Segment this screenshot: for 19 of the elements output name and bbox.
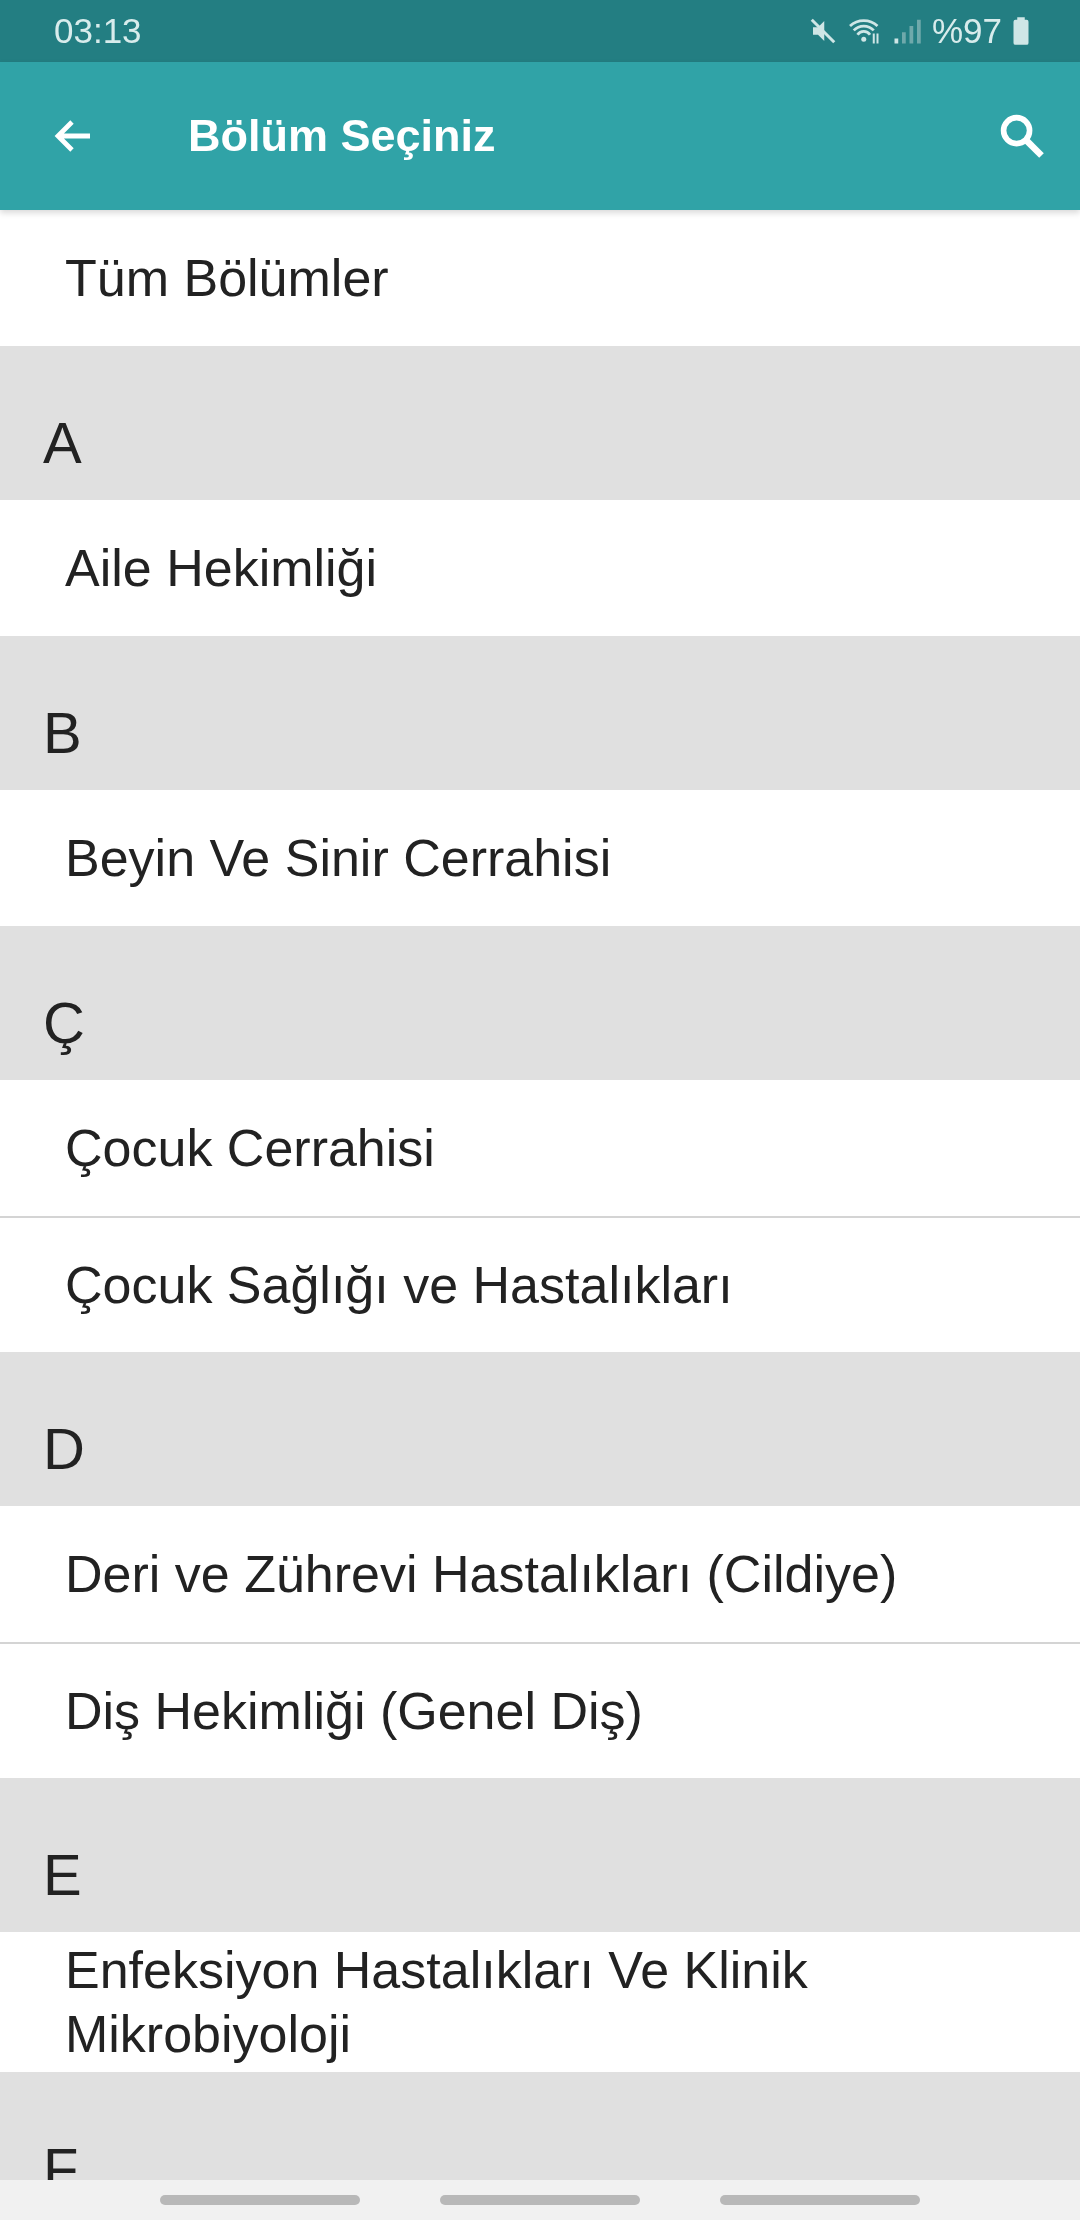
department-item[interactable]: Tüm Bölümler [0, 210, 1080, 346]
screen-title: Bölüm Seçiniz [188, 110, 497, 162]
department-item[interactable]: Enfeksiyon Hastalıkları Ve Klinik Mikrobiyoloji [0, 1932, 1080, 2072]
battery-level: %97 [931, 11, 1002, 51]
department-item[interactable]: Deri ve Zührevi Hastalıkları (Cildiye) [0, 1506, 1080, 1642]
section-header: Ç [0, 926, 1080, 1080]
section-header: B [0, 636, 1080, 790]
department-item[interactable]: Beyin Ve Sinir Cerrahisi [0, 790, 1080, 926]
department-item[interactable]: Çocuk Cerrahisi [0, 1080, 1080, 1216]
nav-handle[interactable] [160, 2195, 360, 2205]
nav-handle[interactable] [720, 2195, 920, 2205]
nav-handle[interactable] [440, 2195, 640, 2205]
wifi-icon [847, 16, 882, 46]
section-header: A [0, 346, 1080, 500]
section-header: D [0, 1352, 1080, 1506]
clock: 03:13 [54, 11, 142, 51]
section-header: E [0, 1778, 1080, 1932]
department-item[interactable]: Aile Hekimliği [0, 500, 1080, 636]
battery-icon [1012, 16, 1030, 46]
